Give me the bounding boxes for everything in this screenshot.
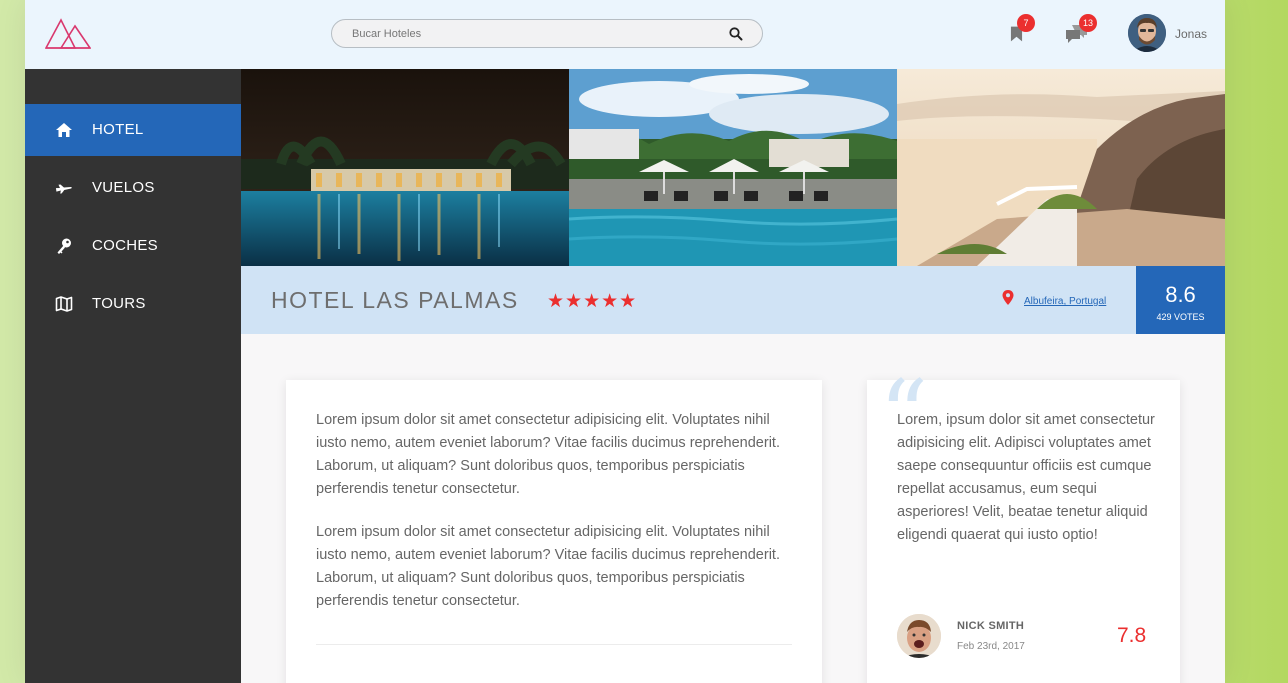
hotel-info-bar: HOTEL LAS PALMAS ★★★★★ Albufeira, Portug…: [241, 266, 1225, 334]
reviewer-photo: [897, 614, 941, 658]
user-photo: [1128, 14, 1166, 52]
rating-box: 8.6 429 VOTES: [1136, 266, 1225, 334]
review-date: Feb 23rd, 2017: [957, 641, 1025, 652]
description-paragraph: Lorem ipsum dolor sit amet consectetur a…: [316, 412, 780, 497]
star-rating: ★★★★★: [547, 291, 638, 312]
review-text: Lorem, ipsum dolor sit amet consectetur …: [897, 412, 1155, 543]
reviewer-name: NICK SMITH: [957, 620, 1025, 632]
rating-score: 8.6: [1165, 282, 1196, 307]
bookmarks-badge: 7: [1017, 14, 1035, 32]
photo-gallery: [241, 69, 1225, 266]
search-bar: [331, 19, 763, 48]
sidebar-item-label: TOURS: [92, 295, 146, 312]
location-link[interactable]: Albufeira, Portugal: [1024, 296, 1106, 307]
home-icon: [56, 123, 72, 137]
sidebar-item-vuelos[interactable]: VUELOS: [25, 162, 241, 214]
hotel-photo-day-pool[interactable]: [569, 69, 897, 266]
map-icon: [55, 296, 73, 312]
location-pin-icon: [1002, 290, 1014, 305]
rating-votes: 429 VOTES: [1156, 312, 1205, 322]
night-pool-image: [241, 69, 569, 266]
search-icon[interactable]: [728, 26, 744, 42]
hotel-name: HOTEL LAS PALMAS: [271, 287, 519, 313]
messages-button[interactable]: 13: [1065, 14, 1097, 46]
bookmarks-button[interactable]: 7: [1008, 14, 1035, 46]
user-name[interactable]: Jonas: [1175, 27, 1207, 41]
key-icon: [57, 238, 71, 254]
sidebar-item-label: HOTEL: [92, 121, 144, 138]
description-paragraph: Lorem ipsum dolor sit amet consectetur a…: [316, 524, 780, 609]
sidebar-item-tours[interactable]: TOURS: [25, 278, 241, 330]
user-avatar[interactable]: [1128, 14, 1166, 52]
terrace-image: [897, 69, 1225, 266]
top-header: 7 13 Jonas: [25, 0, 1225, 69]
sidebar-item-label: VUELOS: [92, 179, 155, 196]
review-card: “ Lorem, ipsum dolor sit amet consectetu…: [867, 368, 1180, 683]
sidebar-item-hotel[interactable]: HOTEL: [25, 104, 241, 156]
hotel-photo-night-pool[interactable]: [241, 69, 569, 266]
logo-icon[interactable]: [45, 17, 91, 50]
reviewer-avatar[interactable]: [897, 614, 941, 658]
divider: [316, 644, 792, 645]
messages-badge: 13: [1079, 14, 1097, 32]
sidebar-item-label: COCHES: [92, 237, 158, 254]
app-window: 7 13 Jonas: [25, 0, 1225, 683]
search-input[interactable]: [352, 26, 712, 42]
review-score: 7.8: [1117, 624, 1147, 647]
description-card: Lorem ipsum dolor sit amet consectetur a…: [286, 380, 822, 683]
plane-icon: [55, 184, 72, 194]
sidebar: HOTEL VUELOS COCHES TOURS: [25, 69, 241, 683]
sidebar-item-coches[interactable]: COCHES: [25, 220, 241, 272]
day-pool-image: [569, 69, 897, 266]
hotel-photo-terrace[interactable]: [897, 69, 1225, 266]
